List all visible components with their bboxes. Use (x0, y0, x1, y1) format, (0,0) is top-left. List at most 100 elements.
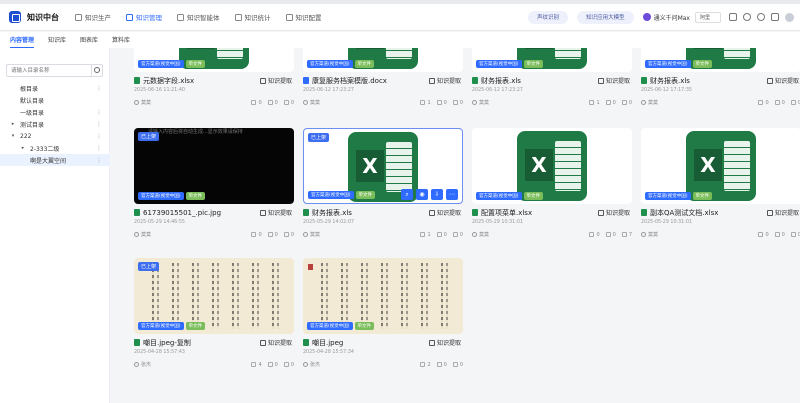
subtab[interactable]: 图表库 (80, 35, 98, 48)
like-count-value: 0 (612, 99, 616, 106)
thumbnail-text: 请输入内容后将自动生成...显示效果请保持 (148, 129, 243, 135)
settings-icon[interactable] (757, 13, 765, 21)
file-thumbnail[interactable]: X 官方渠道(视觉中国)单文件 (134, 48, 294, 72)
tree-node[interactable]: 一级目录 ⋮ (0, 106, 110, 118)
nav-item[interactable]: 知识生产 (75, 12, 111, 22)
source-badge: 官方渠道(视觉中国) (645, 192, 691, 200)
knowledge-extract-button[interactable]: 知识提取 (259, 76, 292, 85)
knowledge-extract-button[interactable]: 知识提取 (597, 76, 630, 85)
file-type-icon (134, 209, 140, 216)
tree-node[interactable]: ▸ 2-333二级 ⋮ (0, 142, 110, 154)
more-icon[interactable]: ⋯ (446, 189, 458, 200)
directory-search (6, 64, 103, 77)
extract-icon (259, 209, 266, 216)
file-thumbnail[interactable]: X 官方渠道(视觉中国)单文件 (472, 128, 632, 204)
tree-node[interactable]: 啊是大翼空间 ⋮ (0, 154, 110, 166)
avatar[interactable] (785, 12, 794, 22)
tree-node[interactable]: ▸ 测试目录 ⋮ (0, 118, 110, 130)
comment-count: 7 (621, 232, 632, 238)
file-owner: 张杰 (310, 362, 321, 368)
home-icon[interactable] (729, 13, 737, 21)
voiceprint-button[interactable]: 声纹识别 (528, 10, 569, 24)
subtab[interactable]: 内容管理 (10, 35, 35, 48)
file-thumbnail[interactable]: X 官方渠道(视觉中国)单文件 (641, 48, 800, 72)
knowledge-extract-button[interactable]: 知识提取 (428, 76, 461, 85)
file-thumbnail[interactable]: X 已上架 官方渠道(视觉中国) 单文件 ⌕ ◉ ⇩ ⋯ (303, 128, 463, 204)
model-selector[interactable]: 通义千问Max 阿里 (642, 11, 721, 23)
view-count-value: 1 (427, 231, 431, 238)
more-icon[interactable]: ⋮ (96, 121, 102, 128)
more-icon[interactable]: ⋮ (96, 157, 102, 164)
knowledge-extract-button[interactable]: 知识提取 (597, 208, 630, 217)
nav-item[interactable]: 知识统计 (234, 12, 271, 22)
model-vendor-select[interactable]: 阿里 (694, 11, 721, 23)
tree-node[interactable]: 根目录 ⋮ (0, 82, 110, 94)
file-thumbnail[interactable]: X 官方渠道(视觉中国)单文件 (641, 128, 800, 204)
user-icon (303, 232, 308, 237)
view-icon[interactable]: ⌕ (401, 189, 413, 200)
file-meta: 财务报表.xls 知识提取 2025-06-12 17:23:27 莫莫 1 0 0 (472, 75, 632, 107)
file-name[interactable]: 财务报表.xls (481, 76, 598, 86)
subtab[interactable]: 算料库 (112, 35, 130, 48)
file-name[interactable]: 财务报表.xls (650, 76, 767, 86)
view-count: 1 (420, 231, 431, 238)
knowledge-extract-button[interactable]: 知识提取 (259, 338, 292, 347)
like-count-value: 0 (274, 231, 278, 238)
comment-count-value: 0 (290, 99, 294, 106)
file-name[interactable]: 财务报表.xls (312, 208, 429, 218)
bell-icon[interactable] (771, 13, 779, 21)
more-icon[interactable]: ⋮ (96, 145, 102, 152)
type-badge: 单文件 (523, 192, 544, 200)
file-thumbnail[interactable]: 官方渠道(视觉中国) 单文件 (303, 258, 463, 334)
search-icon[interactable] (91, 65, 101, 76)
file-date: 2025-06-12 17:17:35 (641, 88, 692, 93)
file-thumbnail[interactable]: X 官方渠道(视觉中国)单文件 (472, 48, 632, 72)
like-count: 0 (774, 100, 785, 106)
tree-node[interactable]: ▾ 222 ⋮ (0, 130, 110, 142)
tree-caret-icon[interactable]: ▸ (10, 121, 16, 127)
eye-icon[interactable]: ◉ (416, 189, 428, 200)
help-icon[interactable] (743, 13, 751, 21)
file-name[interactable]: 元数据字段.xlsx (143, 76, 260, 86)
llm-app-button[interactable]: 知识应用大模型 (577, 10, 634, 24)
tree-caret-icon[interactable]: ▸ (20, 145, 26, 151)
eye-icon (589, 232, 595, 237)
content-grid: X官方渠道(视觉中国)单文件元数据字段.xlsx知识提取2025-06-16 1… (110, 48, 800, 403)
download-icon[interactable]: ⇩ (431, 189, 443, 200)
knowledge-extract-button[interactable]: 知识提取 (428, 208, 461, 217)
extract-icon (259, 77, 266, 84)
knowledge-extract-button[interactable]: 知识提取 (766, 76, 799, 85)
nav-item[interactable]: 知识智能体 (177, 12, 220, 22)
nav-item[interactable]: 知识配置 (285, 12, 322, 22)
file-thumbnail[interactable]: 已上架 官方渠道(视觉中国) 单文件 (134, 258, 294, 334)
source-badge: 官方渠道(视觉中国) (138, 60, 184, 68)
source-badge: 官方渠道(视觉中国) (476, 192, 522, 200)
file-owner: 莫莫 (310, 100, 321, 106)
nav-item[interactable]: 知识管理 (126, 12, 162, 22)
directory-search-input[interactable] (7, 65, 91, 76)
file-thumbnail[interactable]: 请输入内容后将自动生成...显示效果请保持 已上架 官方渠道(视觉中国) 单文件 (134, 128, 294, 204)
extract-icon (428, 77, 435, 84)
knowledge-extract-button[interactable]: 知识提取 (766, 208, 799, 217)
file-name[interactable]: 61739015501_.pic.jpg (143, 209, 260, 217)
knowledge-extract-button[interactable]: 知识提取 (259, 208, 292, 217)
thumb-up-icon (267, 100, 273, 105)
tree-node[interactable]: 默认目录 (0, 94, 110, 106)
view-count: 1 (589, 100, 600, 106)
tree-caret-icon[interactable]: ▾ (10, 133, 16, 139)
more-icon[interactable]: ⋮ (96, 133, 102, 140)
file-name[interactable]: 副本QA测试文档.xlsx (650, 208, 767, 218)
directory-tree: 根目录 ⋮ 默认目录 一级目录 ⋮ ▸ 测试目录 ⋮ ▾ 222 ⋮ ▸ 2-333二级 ⋮ 啊是大翼空间 ⋮ (0, 82, 110, 166)
knowledge-extract-button[interactable]: 知识提取 (428, 338, 461, 347)
file-name[interactable]: 嘲目.jpeg-复制 (143, 338, 260, 348)
more-icon[interactable]: ⋮ (96, 85, 102, 92)
file-name[interactable]: 康复服务档案模版.docx (312, 76, 429, 86)
file-name[interactable]: 嘲目.jpeg (312, 338, 429, 348)
like-count: 0 (267, 100, 278, 106)
file-name[interactable]: 配置项菜单.xlsx (481, 208, 598, 218)
file-type-icon (472, 209, 478, 216)
more-icon[interactable]: ⋮ (96, 109, 102, 116)
file-thumbnail[interactable]: X 官方渠道(视觉中国)单文件 (303, 48, 463, 72)
file-owner: 莫莫 (648, 232, 659, 238)
subtab[interactable]: 知识库 (48, 35, 66, 48)
